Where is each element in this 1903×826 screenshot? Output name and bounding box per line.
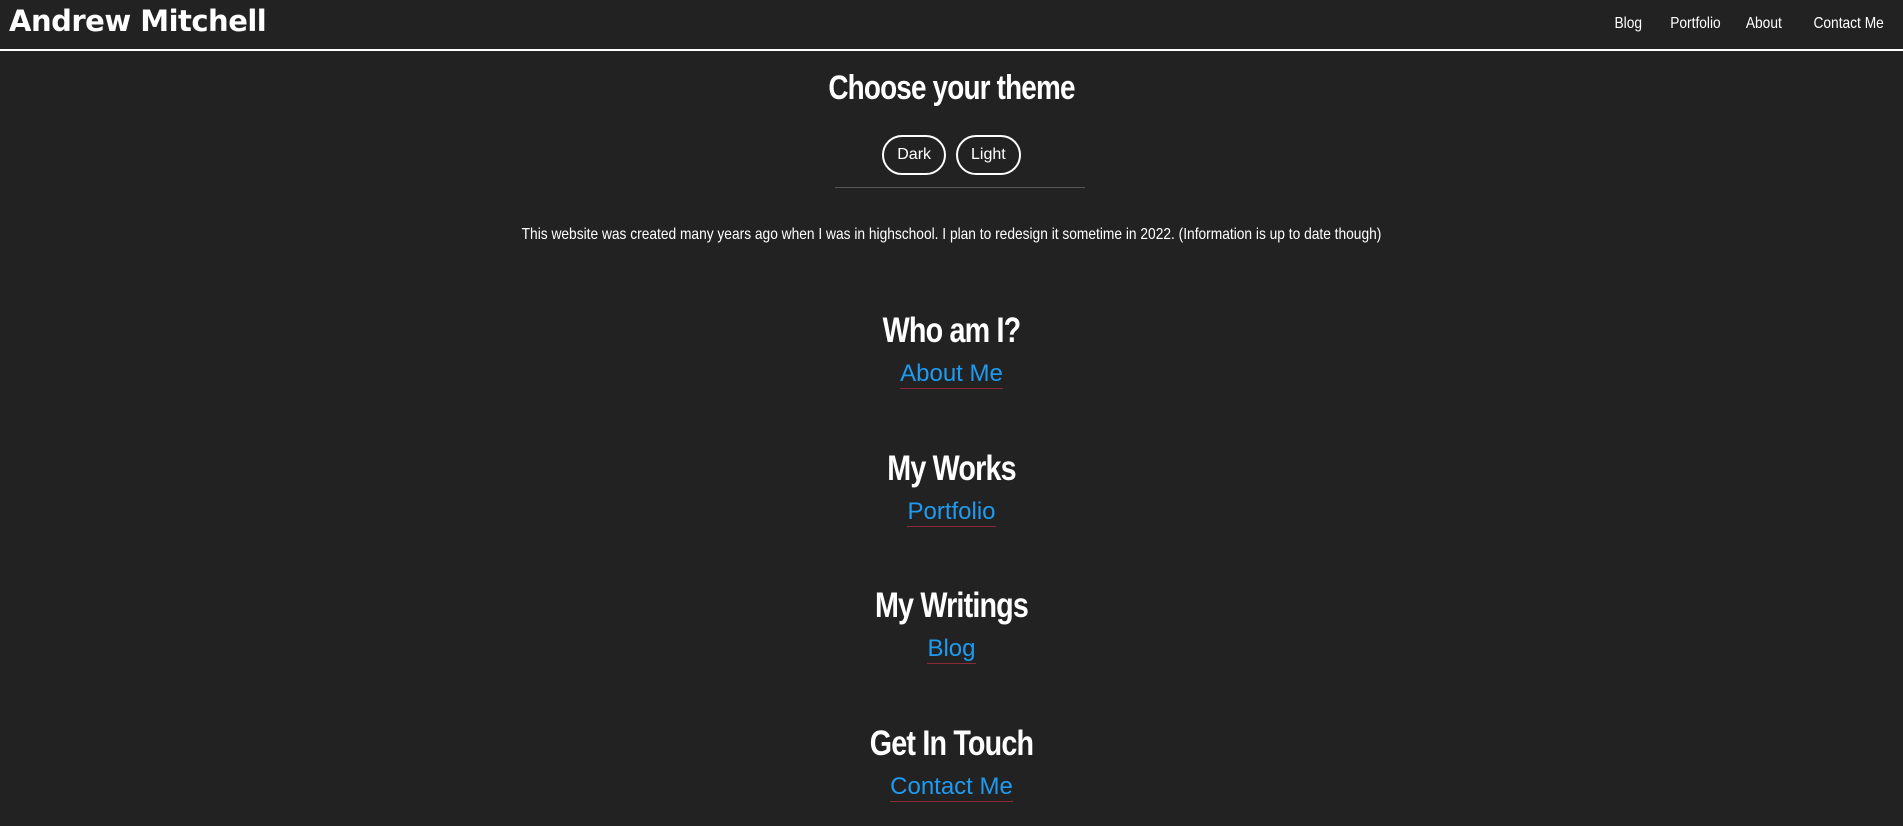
site-notice: This website was created many years ago … xyxy=(521,226,1382,243)
dark-theme-button[interactable]: Dark xyxy=(882,135,947,175)
section-heading: My Works xyxy=(887,449,1016,488)
nav-link-blog[interactable]: Blog xyxy=(1614,15,1642,33)
nav-link-about[interactable]: About xyxy=(1746,15,1782,33)
portfolio-link[interactable]: Portfolio xyxy=(907,498,996,527)
top-navbar: Andrew Mitchell Blog Portfolio About Con… xyxy=(0,0,1903,51)
nav-link-portfolio[interactable]: Portfolio xyxy=(1670,15,1720,33)
blog-link[interactable]: Blog xyxy=(927,635,976,664)
nav-link-contact[interactable]: Contact Me xyxy=(1814,15,1884,33)
section-heading: My Writings xyxy=(874,586,1029,625)
divider xyxy=(835,187,1085,188)
section-get-in-touch: Get In Touch Contact Me xyxy=(0,721,1903,802)
brand-logo-link[interactable]: Andrew Mitchell xyxy=(9,4,267,38)
main-nav: Blog Portfolio About Contact Me xyxy=(1610,15,1884,33)
contact-me-link[interactable]: Contact Me xyxy=(890,773,1013,802)
section-heading: Who am I? xyxy=(882,311,1022,350)
section-my-works: My Works Portfolio xyxy=(0,446,1903,527)
section-who-am-i: Who am I? About Me xyxy=(0,308,1903,389)
section-heading: Get In Touch xyxy=(869,724,1034,763)
theme-title: Choose your theme xyxy=(828,69,1075,107)
light-theme-button[interactable]: Light xyxy=(956,135,1021,175)
theme-button-group: Dark Light xyxy=(0,135,1903,175)
section-my-writings: My Writings Blog xyxy=(0,583,1903,664)
about-me-link[interactable]: About Me xyxy=(900,360,1003,389)
